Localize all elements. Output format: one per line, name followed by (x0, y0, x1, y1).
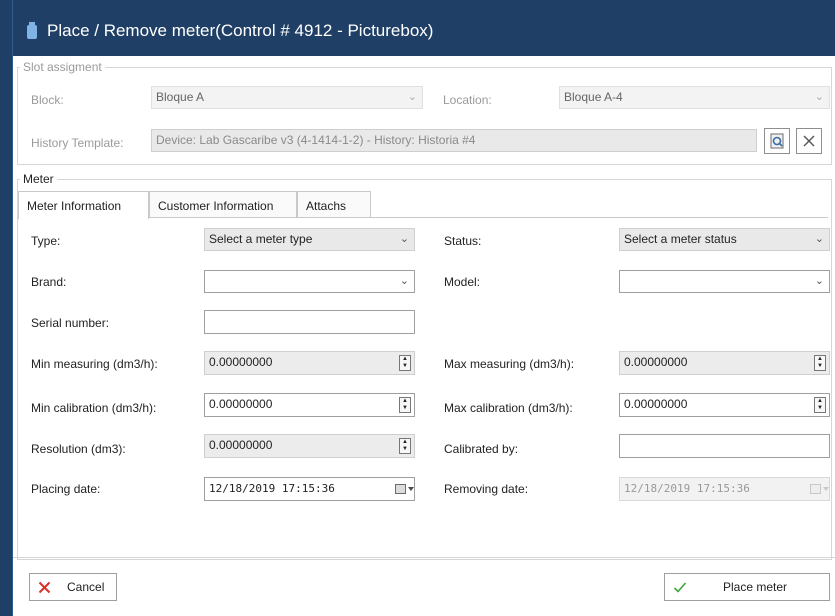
resolution-input[interactable]: 0.00000000 ▲ ▼ (204, 434, 415, 458)
chevron-down-icon: ⌄ (407, 91, 417, 103)
search-icon (770, 133, 784, 149)
calendar-icon[interactable] (810, 484, 829, 494)
model-select[interactable]: ⌄ (619, 270, 830, 293)
removing-date-label: Removing date: (444, 482, 529, 496)
chevron-down-icon: ⌄ (399, 275, 409, 287)
x-icon (38, 581, 51, 594)
history-template-value: Device: Lab Gascaribe v3 (4-1414-1-2) - … (156, 133, 476, 147)
cancel-label: Cancel (67, 580, 105, 594)
min-calibration-label: Min calibration (dm3/h): (31, 401, 157, 415)
chevron-down-icon: ⌄ (814, 275, 824, 287)
min-calibration-value: 0.00000000 (209, 397, 273, 411)
dialog-window: Place / Remove meter(Control # 4912 - Pi… (12, 0, 835, 616)
meter-status-select[interactable]: Select a meter status ⌄ (619, 228, 830, 251)
max-calibration-value: 0.00000000 (624, 397, 688, 411)
spin-buttons-icon[interactable]: ▲ ▼ (399, 438, 411, 454)
place-meter-label: Place meter (723, 580, 788, 594)
check-icon (673, 582, 687, 593)
calibrated-by-input[interactable] (619, 434, 830, 458)
tab-attachs[interactable]: Attachs (297, 191, 371, 218)
title-bar[interactable]: Place / Remove meter(Control # 4912 - Pi… (13, 0, 835, 56)
min-measuring-label: Min measuring (dm3/h): (31, 357, 158, 371)
meter-status-value: Select a meter status (624, 232, 737, 246)
status-label: Status: (444, 234, 482, 248)
location-label: Location: (443, 93, 492, 107)
calendar-icon[interactable] (395, 484, 414, 494)
min-calibration-input[interactable]: 0.00000000 ▲ ▼ (204, 393, 415, 417)
serial-number-label: Serial number: (31, 316, 110, 330)
window-title: Place / Remove meter(Control # 4912 - Pi… (47, 21, 434, 40)
placing-date-picker[interactable]: 12/18/2019 17:15:36 (204, 477, 415, 501)
min-measuring-input[interactable]: 0.00000000 ▲ ▼ (204, 351, 415, 375)
spin-buttons-icon[interactable]: ▲ ▼ (399, 355, 411, 371)
clear-history-button[interactable] (796, 128, 822, 154)
tab-label: Customer Information (158, 199, 274, 213)
block-label: Block: (31, 93, 64, 107)
history-template-field: Device: Lab Gascaribe v3 (4-1414-1-2) - … (151, 129, 757, 152)
serial-number-input[interactable] (204, 310, 415, 334)
chevron-down-icon: ⌄ (814, 233, 824, 245)
spin-buttons-icon[interactable]: ▲ ▼ (399, 397, 411, 413)
meter-type-select[interactable]: Select a meter type ⌄ (204, 228, 415, 251)
type-label: Type: (31, 234, 61, 248)
meter-app-icon (27, 22, 37, 39)
cancel-button[interactable]: Cancel (29, 573, 117, 601)
close-icon (803, 135, 815, 147)
placing-date-label: Placing date: (31, 482, 101, 496)
block-select[interactable]: Bloque A ⌄ (151, 86, 423, 109)
placing-date-value: 12/18/2019 17:15:36 (209, 482, 335, 495)
spin-buttons-icon[interactable]: ▲ ▼ (814, 397, 826, 413)
meter-tabs: Meter Information Customer Information A… (18, 191, 828, 219)
removing-date-picker[interactable]: 12/18/2019 17:15:36 (619, 477, 830, 501)
block-value: Bloque A (156, 90, 205, 104)
slot-assignment-legend: Slot assigment (23, 60, 102, 74)
resolution-label: Resolution (dm3): (31, 442, 126, 456)
model-label: Model: (444, 275, 481, 289)
min-measuring-value: 0.00000000 (209, 355, 273, 369)
max-measuring-value: 0.00000000 (624, 355, 688, 369)
max-calibration-label: Max calibration (dm3/h): (444, 401, 573, 415)
tab-customer-information[interactable]: Customer Information (149, 191, 297, 218)
tab-label: Meter Information (27, 199, 122, 213)
max-measuring-input[interactable]: 0.00000000 ▲ ▼ (619, 351, 830, 375)
place-meter-button[interactable]: Place meter (664, 573, 830, 601)
removing-date-value: 12/18/2019 17:15:36 (624, 482, 750, 495)
spin-buttons-icon[interactable]: ▲ ▼ (814, 355, 826, 371)
dialog-content: Slot assigment Block: Bloque A ⌄ Locatio… (13, 56, 835, 616)
brand-label: Brand: (31, 275, 67, 289)
tab-label: Attachs (306, 199, 347, 213)
calibrated-by-label: Calibrated by: (444, 442, 519, 456)
brand-select[interactable]: ⌄ (204, 270, 415, 293)
history-template-label: History Template: (31, 136, 124, 150)
max-measuring-label: Max measuring (dm3/h): (444, 357, 575, 371)
meter-legend: Meter (23, 172, 54, 186)
chevron-down-icon: ⌄ (399, 233, 409, 245)
resolution-value: 0.00000000 (209, 438, 273, 452)
tab-meter-information[interactable]: Meter Information (18, 191, 149, 219)
meter-type-value: Select a meter type (209, 232, 313, 246)
search-history-button[interactable] (764, 128, 790, 154)
footer-divider (13, 557, 835, 558)
chevron-down-icon: ⌄ (814, 91, 824, 103)
location-select[interactable]: Bloque A-4 ⌄ (559, 86, 830, 109)
max-calibration-input[interactable]: 0.00000000 ▲ ▼ (619, 393, 830, 417)
location-value: Bloque A-4 (564, 90, 623, 104)
